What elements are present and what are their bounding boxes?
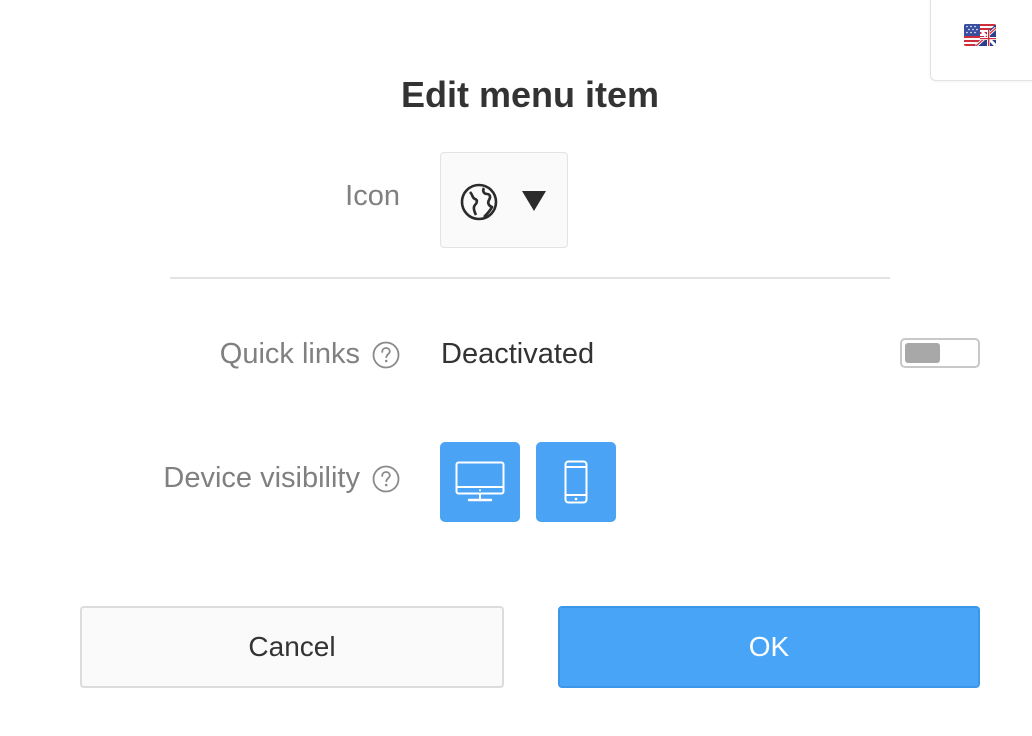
icon-field-label: Icon — [345, 180, 400, 212]
edit-menu-item-dialog: Edit menu item Icon Quick links Deactiva… — [0, 0, 1032, 736]
uk-us-flag-icon — [964, 24, 996, 46]
section-divider — [170, 277, 890, 279]
quick-links-status: Deactivated — [441, 338, 595, 370]
question-circle-icon[interactable] — [372, 341, 400, 369]
mobile-visibility-button[interactable] — [536, 442, 616, 522]
desktop-visibility-button[interactable] — [440, 442, 520, 522]
ok-button[interactable]: OK — [558, 606, 980, 688]
desktop-monitor-icon — [455, 461, 505, 502]
cancel-button[interactable]: Cancel — [80, 606, 504, 688]
globe-icon — [460, 183, 498, 221]
device-visibility-label-row: Device visibility — [163, 462, 400, 495]
mobile-phone-icon — [564, 460, 588, 504]
language-switcher[interactable] — [930, 0, 1032, 81]
icon-field-label-row: Icon — [345, 180, 400, 213]
caret-down-icon — [522, 191, 546, 211]
question-circle-icon[interactable] — [372, 465, 400, 493]
toggle-knob — [905, 343, 940, 363]
quick-links-label-row: Quick links — [220, 338, 400, 371]
device-visibility-label: Device visibility — [163, 462, 360, 494]
quick-links-toggle[interactable] — [900, 338, 980, 368]
icon-select-dropdown[interactable] — [440, 152, 568, 248]
quick-links-label: Quick links — [219, 338, 360, 370]
dialog-title: Edit menu item — [400, 74, 660, 115]
